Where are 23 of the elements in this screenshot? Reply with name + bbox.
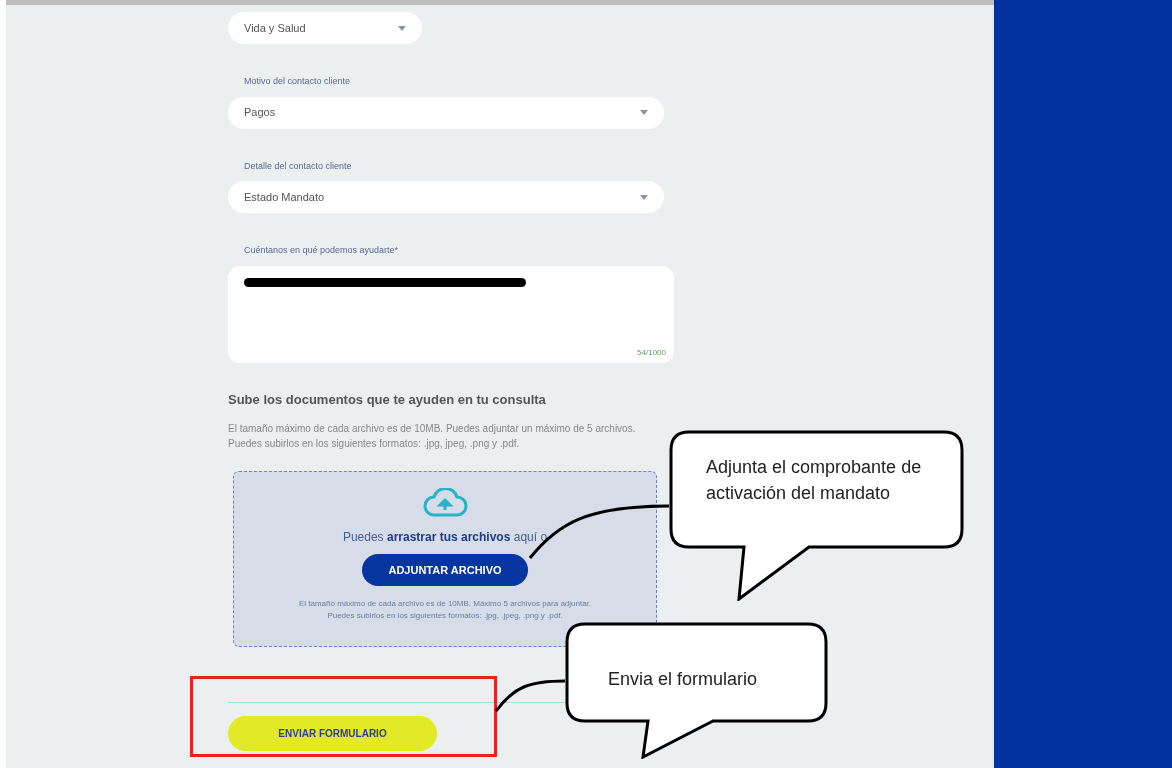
cloud-upload-icon [422,488,468,518]
upload-hint: El tamaño máximo de cada archivo es de 10MB. Máximo 5 archivos para adjuntar. [298,598,592,610]
callout-text: Envia el formulario [608,668,758,691]
section-heading: Sube los documentos que te ayuden en tu consulta [228,390,547,409]
dropdown-field[interactable]: Estado Mandato [228,181,664,213]
field-label: Motivo del contacto cliente [244,75,352,88]
drop-instructions: Puedes arrastrar tus archivos aquí o [342,529,548,546]
upload-description: El tamaño máximo de cada archivo es de 10MB. Puedes adjuntar un máximo de 5 archivos. [228,422,637,436]
caret-icon [640,110,648,115]
upload-description: Puedes subirlos en los siguientes formatos: .jpg, jpeg, .png y .pdf. [228,437,521,451]
character-counter: 54/1000 [637,346,666,359]
caret-icon [640,194,648,200]
dropdown-field[interactable]: Vida y Salud [228,12,422,44]
upload-hint: Puedes subirlos en los siguientes formatos: .jpg, .jpeg, .png y .pdf. [327,610,563,622]
submit-button[interactable]: ENVIAR FORMULARIO [228,716,437,751]
field-label: Cuéntanos en qué podemos ayudarte* [244,244,400,257]
field-label: Detalle del contacto cliente [244,159,353,173]
dropdown-field[interactable]: Pagos [228,96,664,129]
message-field[interactable]: 54/1000 [228,265,674,363]
callout-text: Adjunta el comprobante de activación del mandato [706,456,923,505]
drop-zone[interactable] [233,471,657,647]
caret-icon [398,25,406,31]
attach-file-button[interactable]: ADJUNTAR ARCHIVO [362,554,528,586]
